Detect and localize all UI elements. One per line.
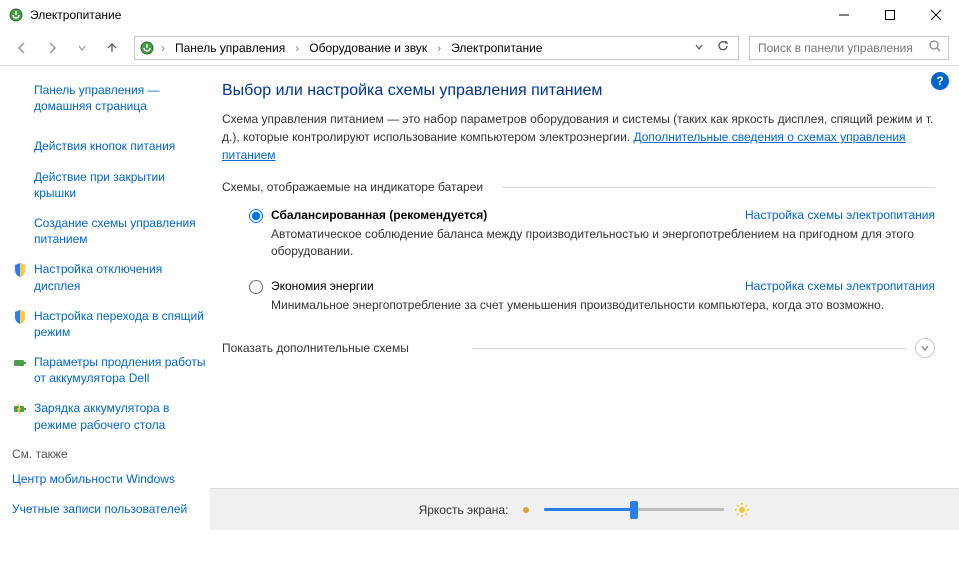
window-title: Электропитание xyxy=(30,8,821,22)
plan-settings-link[interactable]: Настройка схемы электропитания xyxy=(745,279,935,293)
sidebar-link-display-off[interactable]: Настройка отключения дисплея xyxy=(12,257,206,297)
up-button[interactable] xyxy=(100,36,124,60)
sidebar-link-lid-close[interactable]: Действие при закрытии крышки xyxy=(12,165,206,205)
breadcrumb-root[interactable]: Панель управления xyxy=(171,39,289,57)
sidebar-link-mobility-center[interactable]: Центр мобильности Windows xyxy=(12,467,206,491)
help-icon[interactable]: ? xyxy=(931,72,949,90)
plan-name[interactable]: Сбалансированная (рекомендуется) xyxy=(271,208,487,222)
plan-radio-saver[interactable] xyxy=(249,280,263,294)
sidebar: Панель управления — домашняя страница Де… xyxy=(0,66,210,530)
see-also-heading: См. также xyxy=(12,443,206,467)
sidebar-link-sleep[interactable]: Настройка перехода в спящий режим xyxy=(12,304,206,344)
battery-extend-icon xyxy=(12,355,28,371)
shield-icon xyxy=(12,309,28,325)
slider-thumb[interactable] xyxy=(630,501,638,519)
plan-radio-balanced[interactable] xyxy=(249,209,263,223)
sidebar-link-button-actions[interactable]: Действия кнопок питания xyxy=(12,134,206,158)
shield-icon xyxy=(12,262,28,278)
plan-settings-link[interactable]: Настройка схемы электропитания xyxy=(745,208,935,222)
minimize-button[interactable] xyxy=(821,0,867,30)
recent-dropdown[interactable] xyxy=(70,36,94,60)
power-options-icon xyxy=(8,7,24,23)
power-plan-balanced: Сбалансированная (рекомендуется) Настрой… xyxy=(222,208,935,261)
refresh-button[interactable] xyxy=(712,37,734,58)
chevron-down-icon xyxy=(915,338,935,358)
chevron-right-icon[interactable]: › xyxy=(435,41,443,55)
navbar: › Панель управления › Оборудование и зву… xyxy=(0,30,959,66)
breadcrumb-mid[interactable]: Оборудование и звук xyxy=(305,39,431,57)
plan-name[interactable]: Экономия энергии xyxy=(271,279,374,293)
sun-bright-icon xyxy=(734,502,750,518)
close-button[interactable] xyxy=(913,0,959,30)
sidebar-link-user-accounts[interactable]: Учетные записи пользователей xyxy=(12,497,206,521)
sidebar-link-dell-battery[interactable]: Параметры продления работы от аккумулято… xyxy=(12,350,206,390)
show-additional-plans[interactable]: Показать дополнительные схемы xyxy=(222,332,935,364)
sidebar-link-create-plan[interactable]: Создание схемы управления питанием xyxy=(12,211,206,251)
maximize-button[interactable] xyxy=(867,0,913,30)
plan-description: Минимальное энергопотребление за счет ум… xyxy=(271,297,935,314)
sidebar-home[interactable]: Панель управления — домашняя страница xyxy=(12,78,206,118)
search-icon[interactable] xyxy=(928,39,942,56)
brightness-bar: Яркость экрана: xyxy=(210,488,959,530)
address-dropdown[interactable] xyxy=(690,39,708,57)
battery-charge-icon xyxy=(12,401,28,417)
chevron-right-icon[interactable]: › xyxy=(159,41,167,55)
search-box[interactable] xyxy=(749,36,949,60)
breadcrumb-current[interactable]: Электропитание xyxy=(447,39,546,57)
brightness-slider[interactable] xyxy=(544,508,724,511)
brightness-label: Яркость экрана: xyxy=(419,503,509,517)
forward-button[interactable] xyxy=(40,36,64,60)
main-content: ? Выбор или настройка схемы управления п… xyxy=(210,66,959,530)
page-title: Выбор или настройка схемы управления пит… xyxy=(222,82,935,100)
sun-dim-icon xyxy=(518,502,534,518)
chevron-right-icon[interactable]: › xyxy=(293,41,301,55)
plan-description: Автоматическое соблюдение баланса между … xyxy=(271,226,935,261)
sidebar-link-desktop-charge[interactable]: Зарядка аккумулятора в режиме рабочего с… xyxy=(12,396,206,436)
address-bar[interactable]: › Панель управления › Оборудование и зву… xyxy=(134,36,739,60)
back-button[interactable] xyxy=(10,36,34,60)
power-plan-saver: Экономия энергии Настройка схемы электро… xyxy=(222,279,935,314)
page-description: Схема управления питанием — это набор па… xyxy=(222,110,935,164)
plans-group-label: Схемы, отображаемые на индикаторе батаре… xyxy=(222,180,935,194)
search-input[interactable] xyxy=(756,40,928,56)
power-options-icon xyxy=(139,40,155,56)
titlebar: Электропитание xyxy=(0,0,959,30)
